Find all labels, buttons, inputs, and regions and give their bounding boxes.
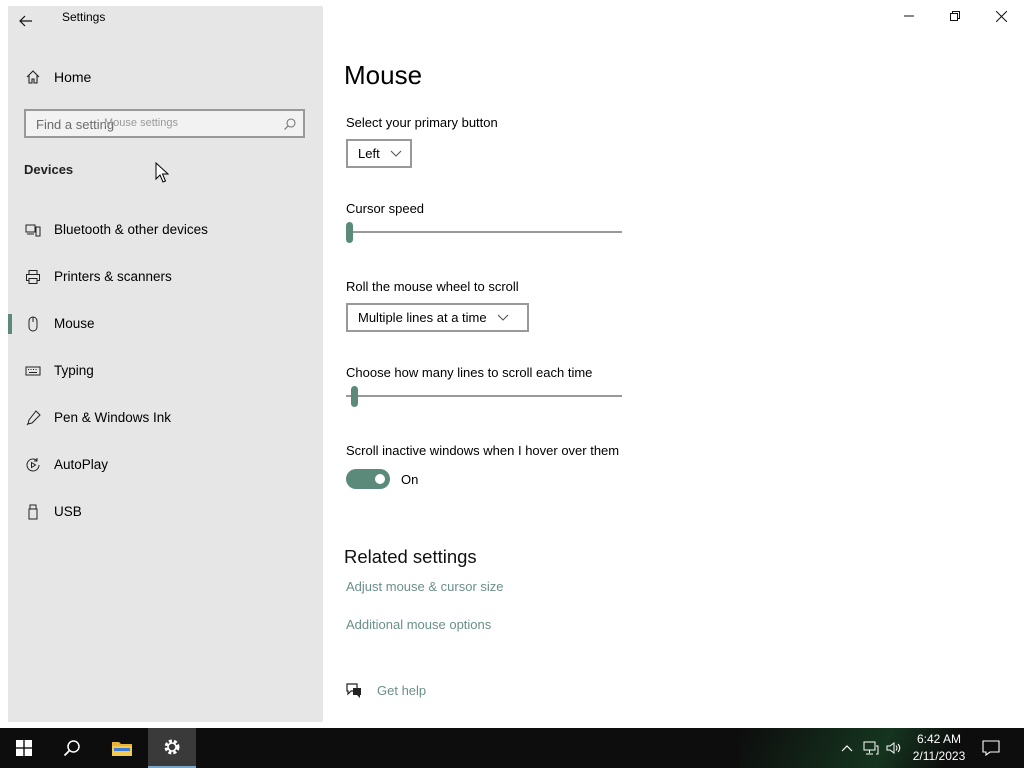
primary-button-value: Left [358, 146, 380, 161]
primary-button-dropdown[interactable]: Left [346, 139, 412, 168]
back-arrow-icon [19, 15, 32, 27]
slider-thumb[interactable] [351, 386, 358, 407]
sidebar-item-printers[interactable]: Printers & scanners [8, 253, 323, 300]
search-icon [63, 740, 80, 757]
sidebar-nav: Bluetooth & other devices Printers & sca… [8, 206, 323, 535]
sidebar-item-typing[interactable]: Typing [8, 347, 323, 394]
window-controls [886, 0, 1024, 32]
keyboard-icon [24, 362, 42, 380]
network-icon [863, 741, 879, 755]
autoplay-icon [24, 456, 42, 474]
printer-icon [24, 268, 42, 286]
taskbar-search-button[interactable] [48, 728, 96, 768]
slider-track [346, 231, 622, 233]
sidebar: Settings Home Mouse settings Devices Blu… [8, 6, 323, 722]
chevron-down-icon [497, 312, 509, 324]
file-explorer-button[interactable] [98, 728, 146, 768]
search-icon [284, 118, 296, 130]
slider-thumb[interactable] [346, 222, 353, 243]
sidebar-item-label: Typing [54, 363, 94, 378]
folder-icon [112, 742, 132, 756]
get-help-link[interactable]: Get help [377, 683, 426, 698]
sidebar-item-label: Printers & scanners [54, 269, 172, 284]
clock-date: 2/11/2023 [912, 749, 966, 763]
window-title: Settings [62, 10, 106, 24]
windows-logo-icon [16, 740, 32, 756]
action-center-button[interactable] [978, 728, 1004, 768]
notifications-icon [982, 740, 1000, 756]
gear-icon [164, 739, 180, 755]
adjust-cursor-size-link[interactable]: Adjust mouse & cursor size [346, 579, 504, 594]
scroll-inactive-label: Scroll inactive windows when I hover ove… [346, 443, 620, 458]
sidebar-item-bluetooth[interactable]: Bluetooth & other devices [8, 206, 323, 253]
volume-tray-button[interactable] [883, 728, 905, 768]
chevron-down-icon [390, 148, 402, 160]
clock-time: 6:42 AM [916, 732, 962, 746]
sidebar-home[interactable]: Home [24, 68, 91, 86]
restore-button[interactable] [932, 0, 978, 32]
taskbar: 6:42 AM 2/11/2023 [0, 728, 1024, 768]
related-settings-heading: Related settings [344, 546, 477, 567]
additional-mouse-options-link[interactable]: Additional mouse options [346, 617, 491, 632]
sidebar-item-label: Mouse [54, 316, 95, 331]
close-icon [995, 10, 1007, 22]
sidebar-item-autoplay[interactable]: AutoPlay [8, 441, 323, 488]
get-help-icon [346, 683, 361, 698]
wheel-scroll-value: Multiple lines at a time [358, 310, 487, 325]
title-bar: Settings [8, 6, 323, 38]
scroll-inactive-toggle[interactable] [346, 469, 390, 489]
minimize-button[interactable] [886, 0, 932, 32]
toggle-knob [375, 474, 385, 484]
sidebar-item-label: AutoPlay [54, 457, 109, 472]
speaker-icon [886, 742, 901, 754]
slider-track [346, 395, 622, 397]
lines-to-scroll-slider[interactable] [346, 386, 622, 407]
sidebar-item-label: Pen & Windows Ink [54, 410, 172, 425]
restore-icon [950, 11, 960, 21]
wheel-scroll-label: Roll the mouse wheel to scroll [346, 279, 519, 294]
chevron-up-icon [841, 745, 853, 752]
section-title-devices: Devices [24, 162, 74, 177]
primary-button-label: Select your primary button [346, 115, 498, 130]
lines-to-scroll-label: Choose how many lines to scroll each tim… [346, 365, 593, 380]
sidebar-item-usb[interactable]: USB [8, 488, 323, 535]
close-button[interactable] [978, 0, 1024, 32]
start-button[interactable] [0, 728, 48, 768]
sidebar-item-mouse[interactable]: Mouse [8, 300, 323, 347]
taskbar-clock[interactable]: 6:42 AM 2/11/2023 [905, 731, 973, 765]
wheel-scroll-dropdown[interactable]: Multiple lines at a time [346, 303, 529, 332]
settings-taskbar-button[interactable] [148, 728, 196, 768]
toggle-state-label: On [401, 472, 419, 487]
sidebar-item-label: USB [54, 504, 82, 519]
mouse-icon [24, 315, 42, 333]
search-box[interactable]: Mouse settings [24, 109, 305, 138]
cursor-speed-slider[interactable] [346, 222, 622, 243]
search-drag-ghost-text: Mouse settings [104, 117, 178, 129]
mouse-pointer-icon [155, 162, 169, 183]
minimize-icon [904, 15, 914, 17]
sidebar-item-pen[interactable]: Pen & Windows Ink [8, 394, 323, 441]
cursor-speed-label: Cursor speed [346, 201, 425, 216]
home-icon [24, 68, 42, 86]
home-label: Home [54, 69, 92, 85]
back-button[interactable] [16, 11, 36, 31]
usb-icon [24, 503, 42, 521]
page-title: Mouse [344, 60, 423, 90]
sidebar-item-label: Bluetooth & other devices [54, 222, 208, 237]
show-hidden-icons-button[interactable] [838, 728, 856, 768]
bluetooth-devices-icon [24, 221, 42, 239]
network-tray-button[interactable] [860, 728, 882, 768]
pen-icon [24, 409, 42, 427]
